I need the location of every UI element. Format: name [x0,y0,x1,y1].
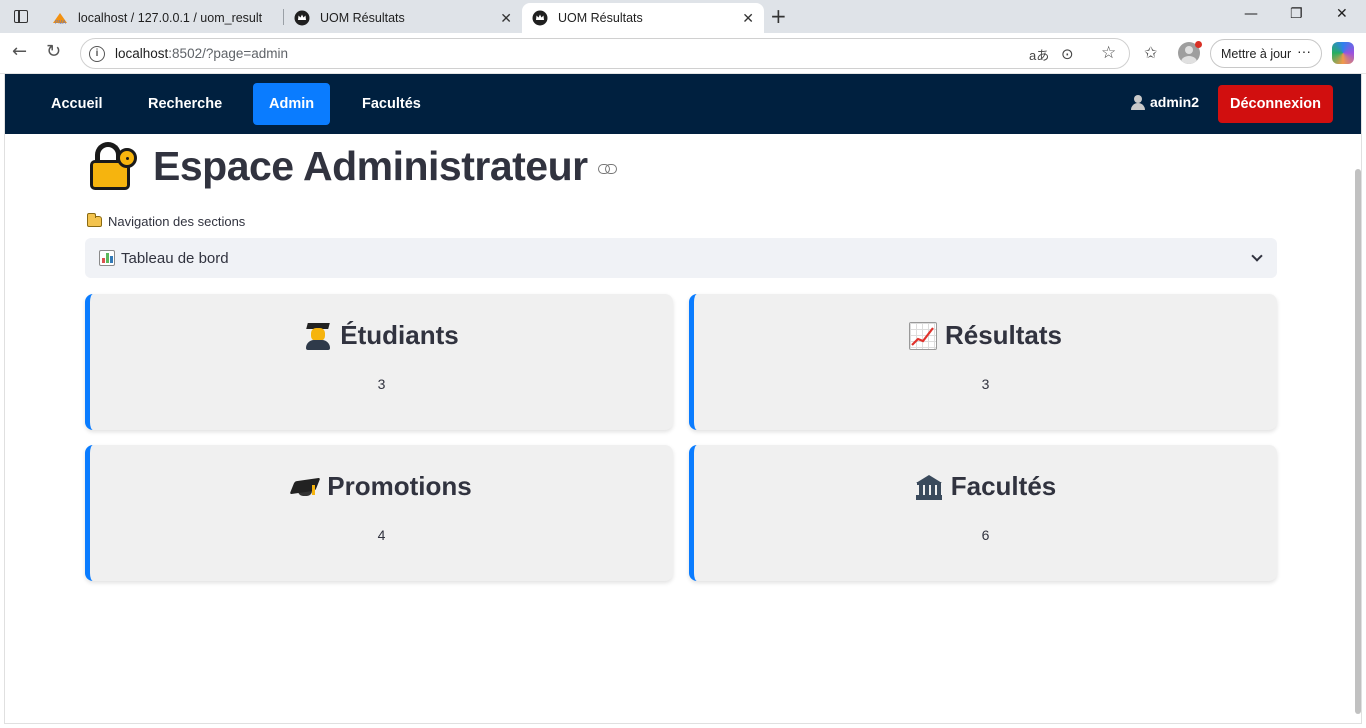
new-tab-button[interactable]: + [770,5,787,27]
tab-title: UOM Résultats [320,11,405,25]
folder-icon [87,213,102,227]
close-tab-icon[interactable]: ✕ [500,10,512,27]
nav-recherche[interactable]: Recherche [132,83,238,125]
page-viewport: Accueil Recherche Admin Facultés admin2 … [4,74,1362,724]
link-anchor-icon[interactable] [597,164,617,174]
stat-card-facultes: Facultés 6 [689,445,1277,581]
url-field[interactable]: i localhost:8502/?page=admin aあ ⊙ ☆ [80,38,1130,69]
crown-icon [294,10,310,26]
stat-label: Facultés [950,471,1057,501]
browser-tab-phpmyadmin[interactable]: PMA localhost / 127.0.0.1 / uom_result [42,3,282,33]
section-nav-label: Navigation des sections [87,213,245,229]
more-options-circle-icon[interactable]: ⊙ [1061,45,1074,63]
chevron-down-icon[interactable] [1251,250,1263,262]
user-icon [1131,95,1145,110]
browser-tab-uom-1[interactable]: UOM Résultats ✕ [284,3,522,33]
chart-increasing-icon [908,321,937,350]
stat-value: 3 [981,376,990,392]
stat-card-etudiants: Étudiants 3 [85,294,673,430]
browser-tab-bar: PMA localhost / 127.0.0.1 / uom_result U… [0,0,1366,33]
stat-label: Étudiants [340,320,459,350]
stat-label: Promotions [327,471,472,501]
top-navigation: Accueil Recherche Admin Facultés admin2 … [5,74,1361,134]
nav-accueil[interactable]: Accueil [35,83,119,125]
logout-button[interactable]: Déconnexion [1218,85,1333,123]
favorite-star-icon[interactable]: ☆ [1101,43,1116,63]
classical-building-icon [915,473,943,501]
locked-with-key-icon [87,140,139,192]
username: admin2 [1150,94,1200,110]
copilot-icon[interactable] [1332,42,1354,64]
svg-text:PMA: PMA [55,20,67,25]
address-bar: ← ↻ i localhost:8502/?page=admin aあ ⊙ ☆ … [0,33,1366,74]
stat-card-promotions: Promotions 4 [85,445,673,581]
page-title: Espace Administrateur [153,142,588,189]
site-info-icon[interactable]: i [89,45,105,62]
sidebar-icon [14,9,28,23]
stat-value: 6 [981,527,990,543]
reload-icon[interactable]: ↻ [46,41,61,62]
phpmyadmin-icon: PMA [52,10,68,26]
tab-title: localhost / 127.0.0.1 / uom_result [78,11,263,25]
more-icon[interactable]: ··· [1297,43,1311,59]
browser-tab-uom-active[interactable]: UOM Résultats ✕ [522,3,764,33]
student-icon [304,322,332,350]
stat-label: Résultats [944,320,1063,350]
close-window-button[interactable]: ✕ [1336,6,1348,22]
section-select[interactable]: Tableau de bord [85,238,1277,278]
close-tab-icon[interactable]: ✕ [742,10,754,27]
select-value: Tableau de bord [121,249,229,267]
tab-title: UOM Résultats [558,11,643,25]
tab-actions-button[interactable] [8,5,34,27]
page-header: Espace Administrateur [87,140,617,192]
crown-icon [532,10,548,26]
nav-facultes[interactable]: Facultés [346,83,437,125]
restore-button[interactable]: ❐ [1290,6,1303,22]
stat-card-resultats: Résultats 3 [689,294,1277,430]
back-arrow-icon[interactable]: ← [12,41,27,62]
graduation-cap-icon [289,473,321,501]
stat-value: 3 [377,376,386,392]
page-scrollbar[interactable] [1355,169,1361,714]
favorites-icon[interactable]: ✩ [1144,43,1157,62]
read-aloud-icon[interactable]: aあ [1029,45,1049,64]
notification-dot [1195,41,1202,48]
stat-value: 4 [377,527,386,543]
nav-admin[interactable]: Admin [253,83,331,125]
bar-chart-icon [99,250,115,266]
update-button[interactable]: Mettre à jour ··· [1210,39,1322,68]
minimize-button[interactable]: — [1244,6,1258,22]
url-text: localhost:8502/?page=admin [115,46,289,61]
current-user: admin2 [1131,94,1199,110]
